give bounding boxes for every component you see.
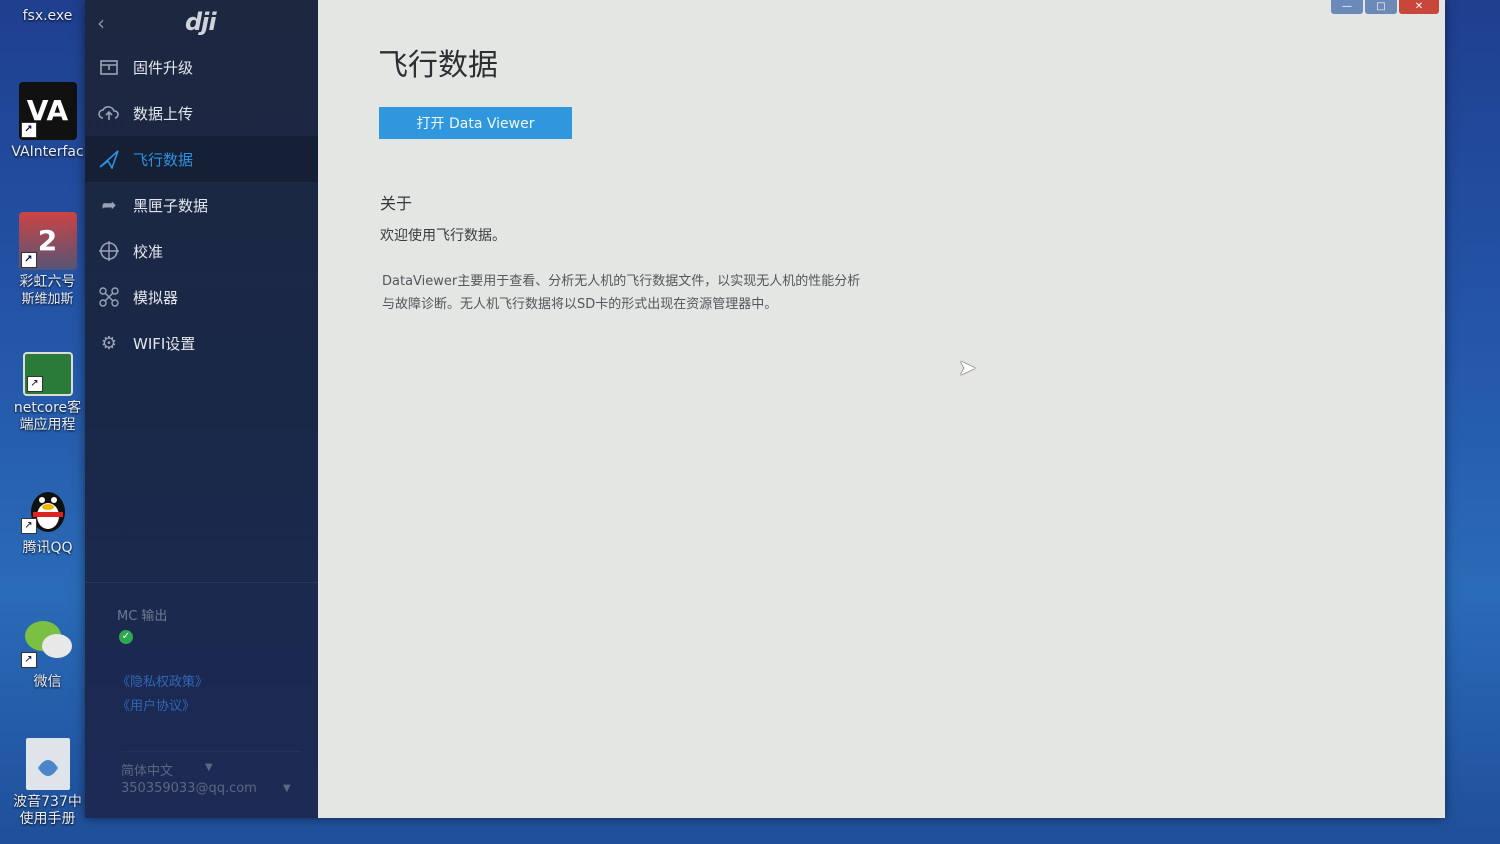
main-content: 飞行数据 打开 Data Viewer 关于 欢迎使用飞行数据。 DataVie… xyxy=(318,0,1445,818)
plane-icon xyxy=(97,147,121,171)
sidebar-item-flight-data[interactable]: 飞行数据 xyxy=(85,136,318,182)
pdf-document-icon xyxy=(25,738,70,790)
desktop-icon-fsx[interactable]: fsx.exe xyxy=(0,8,95,25)
description-text: DataViewer主要用于查看、分析无人机的飞行数据文件，以实现无人机的性能分… xyxy=(382,274,861,312)
drone-icon xyxy=(97,285,121,309)
sidebar-item-blackbox-data[interactable]: ➦ 黑匣子数据 xyxy=(85,182,318,228)
check-circle-icon: ✓ xyxy=(119,630,133,644)
privacy-policy-link[interactable]: 《隐私权政策》 xyxy=(117,671,208,690)
desktop-icon-label: 波音737中 xyxy=(13,794,82,810)
desktop-icon-label: fsx.exe xyxy=(22,8,73,24)
sidebar-header: ‹ dji xyxy=(85,0,318,44)
sidebar-item-label: 数据上传 xyxy=(133,104,194,123)
user-agreement-link[interactable]: 《用户协议》 xyxy=(117,695,195,714)
sidebar-item-wifi-settings[interactable]: ⚙ WIFI设置 xyxy=(85,320,318,366)
sidebar-item-firmware-upgrade[interactable]: 固件升级 xyxy=(85,44,318,90)
box-icon xyxy=(97,55,121,79)
sidebar-item-label: 校准 xyxy=(133,242,164,261)
gear-icon: ⚙ xyxy=(100,332,118,354)
desktop-icons: fsx.exe VA ↗ VAInterfac 2 ↗ 彩虹六号 斯维加斯 ↗ … xyxy=(0,0,95,844)
dji-logo: dji xyxy=(185,8,217,36)
desktop-icon-vainterface[interactable]: VA ↗ VAInterfac xyxy=(0,82,95,161)
desktop-icon-wechat[interactable]: ↗ 微信 xyxy=(0,612,95,691)
shortcut-arrow-icon: ↗ xyxy=(20,518,37,534)
mc-output-label: MC 输出 xyxy=(117,609,168,624)
shortcut-arrow-icon: ↗ xyxy=(26,376,43,392)
shortcut-arrow-icon: ↗ xyxy=(20,652,37,668)
language-select[interactable]: 简体中文 ▼ xyxy=(121,751,301,779)
va-app-icon: VA ↗ xyxy=(18,82,77,140)
sidebar-item-label: 飞行数据 xyxy=(133,150,194,169)
account-select[interactable]: 350359033@qq.com ▼ xyxy=(121,781,301,796)
welcome-text: 欢迎使用飞行数据。 xyxy=(380,228,506,244)
shortcut-arrow-icon: ↗ xyxy=(20,252,37,268)
sidebar-item-simulator[interactable]: 模拟器 xyxy=(85,274,318,320)
desktop-icon-label: 腾讯QQ xyxy=(22,540,73,556)
chevron-down-icon: ▼ xyxy=(205,762,213,773)
mouse-cursor-icon: ➤ xyxy=(958,356,977,381)
sidebar-item-label: 黑匣子数据 xyxy=(133,196,209,215)
sidebar-item-data-upload[interactable]: 数据上传 xyxy=(85,90,318,136)
sidebar: ‹ dji 固件升级 数据上传 飞行数据 ➦ 黑匣子数据 校准 模拟器 ⚙ WI… xyxy=(85,0,318,818)
page-title: 飞行数据 xyxy=(378,48,498,83)
share-arrow-icon: ➦ xyxy=(101,194,117,216)
desktop-icon-label: VAInterfac xyxy=(11,144,84,160)
back-chevron-icon[interactable]: ‹ xyxy=(97,11,105,35)
desktop-icon-label: 彩虹六号 xyxy=(19,274,76,290)
sidebar-item-calibration[interactable]: 校准 xyxy=(85,228,318,274)
desktop-icon-label: netcore客 xyxy=(13,400,82,416)
dji-assistant-window: — □ ✕ ‹ dji 固件升级 数据上传 飞行数据 ➦ 黑匣子数据 校准 模拟… xyxy=(85,0,1445,818)
language-value: 简体中文 xyxy=(121,764,174,779)
account-email: 350359033@qq.com xyxy=(121,781,257,796)
game-icon: 2 ↗ xyxy=(18,212,77,270)
target-icon xyxy=(97,239,121,263)
desktop-icon-sublabel: 斯维加斯 xyxy=(21,292,74,307)
network-app-icon: ↗ xyxy=(22,352,73,396)
shortcut-arrow-icon: ↗ xyxy=(20,122,37,138)
sidebar-item-label: WIFI设置 xyxy=(133,334,196,353)
desktop-icon-rainbow-six[interactable]: 2 ↗ 彩虹六号 斯维加斯 xyxy=(0,212,95,308)
desktop-icon-label: 微信 xyxy=(33,674,62,690)
desktop-icon-pdf[interactable]: 波音737中 使用手册 xyxy=(0,738,95,828)
about-heading: 关于 xyxy=(380,194,413,213)
sidebar-footer: MC 输出 ✓ 《隐私权政策》 《用户协议》 简体中文 ▼ 350359033@… xyxy=(85,582,318,819)
cloud-upload-icon xyxy=(97,101,121,125)
qq-penguin-icon: ↗ xyxy=(19,478,77,536)
chevron-down-icon: ▼ xyxy=(283,783,291,794)
sidebar-item-label: 模拟器 xyxy=(133,288,179,307)
wechat-icon: ↗ xyxy=(19,612,77,670)
desktop-icon-netcore[interactable]: ↗ netcore客 端应用程 xyxy=(0,352,95,434)
open-data-viewer-button[interactable]: 打开 Data Viewer xyxy=(379,107,572,139)
desktop-icon-sublabel: 端应用程 xyxy=(19,417,76,433)
desktop-icon-qq[interactable]: ↗ 腾讯QQ xyxy=(0,478,95,557)
desktop-icon-sublabel: 使用手册 xyxy=(19,811,76,827)
sidebar-item-label: 固件升级 xyxy=(133,58,194,77)
